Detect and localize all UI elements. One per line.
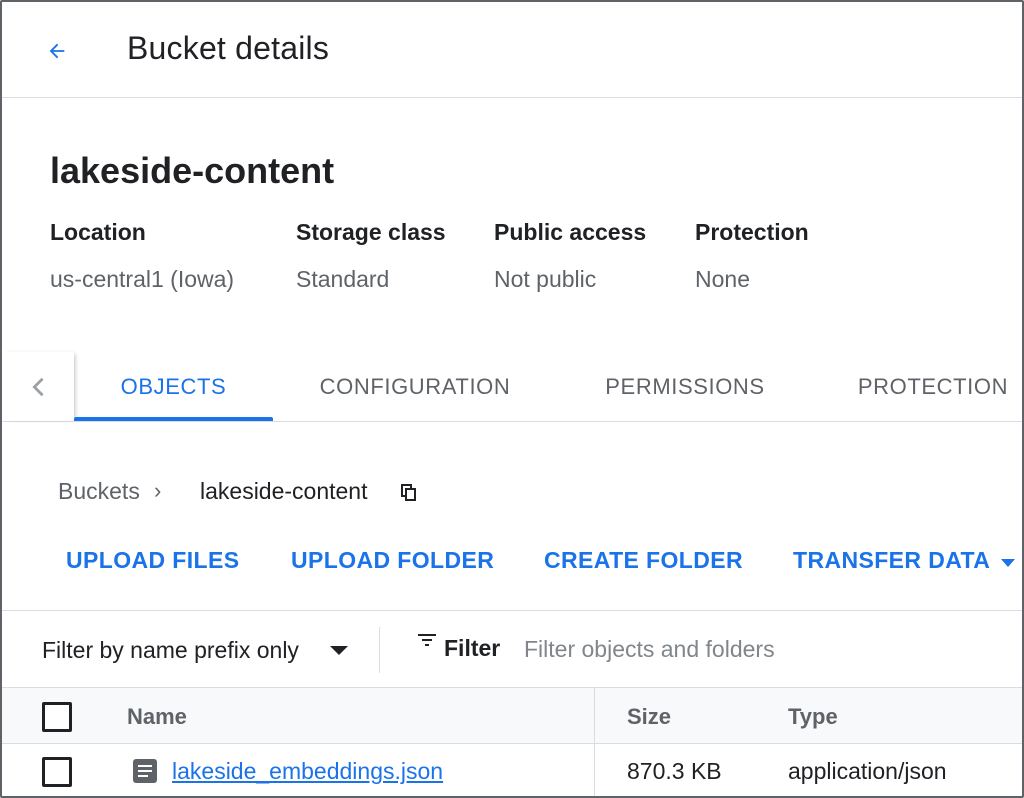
file-icon (133, 759, 157, 783)
filter-bar: Filter by name prefix only Filter (2, 610, 1022, 688)
bucket-name: lakeside-content (50, 150, 335, 191)
column-header-size[interactable]: Size (627, 704, 671, 730)
page-header: Bucket details (2, 2, 1022, 98)
upload-files-button[interactable]: UPLOAD FILES (66, 547, 239, 574)
transfer-data-dropdown-icon[interactable] (1001, 559, 1015, 567)
filter-label: Filter (444, 635, 501, 661)
tab-scroll-left-button[interactable] (2, 352, 74, 421)
column-header-name[interactable]: Name (127, 704, 187, 730)
meta-label-storage-class: Storage class (296, 219, 446, 245)
filter-icon (418, 634, 436, 646)
page-title: Bucket details (127, 30, 330, 66)
filter-mode-dropdown-icon[interactable] (330, 646, 348, 655)
column-header-type[interactable]: Type (788, 704, 838, 730)
tab-protection[interactable]: PROTECTION (838, 352, 1022, 422)
tab-permissions[interactable]: PERMISSIONS (582, 352, 788, 422)
tab-bar: OBJECTS CONFIGURATION PERMISSIONS PROTEC… (2, 352, 1022, 422)
filter-divider (379, 627, 380, 673)
table-row: lakeside_embeddings.json 870.3 KB applic… (2, 744, 1022, 796)
select-all-checkbox[interactable] (42, 702, 72, 732)
breadcrumb-separator: › (154, 478, 162, 503)
object-type: application/json (788, 758, 947, 784)
app-window: Bucket details lakeside-content Location… (0, 0, 1024, 798)
meta-label-public-access: Public access (494, 219, 647, 245)
arrow-back-icon (49, 43, 65, 59)
object-name-link[interactable]: lakeside_embeddings.json (172, 758, 443, 785)
transfer-data-button[interactable]: TRANSFER DATA (793, 547, 990, 574)
tab-configuration[interactable]: CONFIGURATION (292, 352, 538, 422)
breadcrumb-buckets-link[interactable]: Buckets (58, 478, 140, 505)
column-divider (594, 688, 595, 796)
filter-mode-select[interactable]: Filter by name prefix only (42, 635, 299, 665)
table-header: Name Size Type (2, 688, 1022, 744)
tab-objects[interactable]: OBJECTS (74, 352, 273, 422)
create-folder-button[interactable]: CREATE FOLDER (544, 547, 743, 574)
meta-label-location: Location (50, 219, 146, 245)
back-button[interactable] (42, 36, 72, 66)
breadcrumb-current: lakeside-content (200, 478, 368, 504)
active-tab-indicator (74, 417, 273, 421)
meta-value-location: us-central1 (Iowa) (50, 266, 235, 292)
chevron-left-icon (32, 377, 44, 396)
filter-objects-input[interactable] (524, 631, 1004, 667)
copy-icon[interactable] (400, 483, 418, 501)
meta-value-storage-class: Standard (296, 266, 390, 292)
meta-value-protection: None (695, 266, 750, 292)
meta-label-protection: Protection (695, 219, 809, 245)
object-size: 870.3 KB (627, 758, 722, 784)
row-checkbox[interactable] (42, 757, 72, 787)
meta-value-public-access: Not public (494, 266, 597, 292)
upload-folder-button[interactable]: UPLOAD FOLDER (291, 547, 494, 574)
